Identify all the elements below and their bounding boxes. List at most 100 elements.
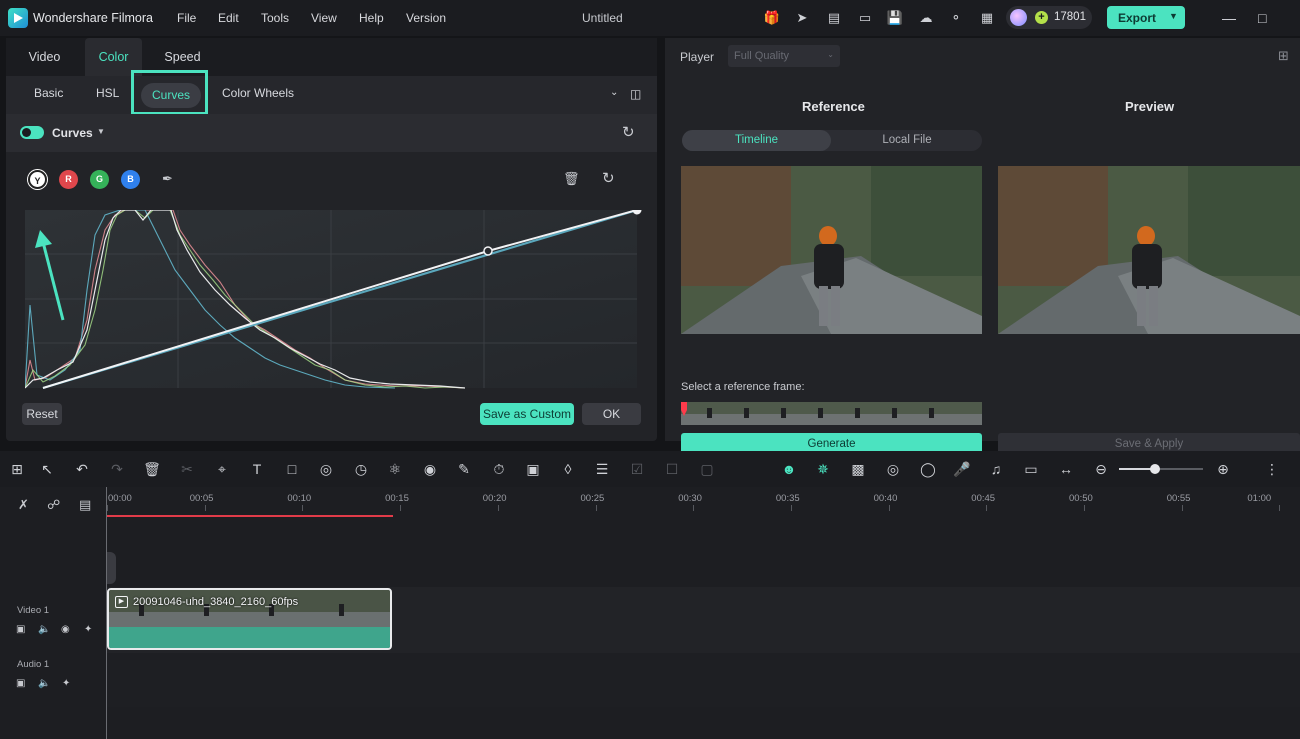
fit-icon[interactable]: ↔ (1057, 460, 1075, 478)
translate-icon[interactable]: ☑ (628, 460, 646, 478)
link-icon[interactable]: ✗ (18, 497, 29, 513)
ruler-tick (497, 505, 499, 511)
text-icon[interactable]: T (248, 460, 266, 478)
curve-control-point[interactable] (483, 246, 493, 256)
lock-icon[interactable]: ▣ (16, 678, 25, 689)
ai-companion-icon[interactable]: ☻ (780, 460, 798, 478)
curves-header: Curves ▼ ↻ (6, 114, 657, 152)
subtab-hsl[interactable]: HSL (96, 86, 119, 100)
save-icon[interactable]: 💾 (886, 9, 904, 27)
menu-view[interactable]: View (311, 11, 337, 25)
grid-view-icon[interactable]: ⊞ (1278, 48, 1289, 64)
maximize-icon[interactable]: □ (1258, 10, 1266, 26)
keyframe-icon[interactable]: ◊ (559, 460, 577, 478)
menu-tools[interactable]: Tools (261, 11, 289, 25)
delete-point-icon[interactable]: 🗑 (563, 171, 580, 187)
volume-icon[interactable]: 🔈 (38, 678, 50, 689)
export-button[interactable]: Export ▼ (1107, 6, 1185, 29)
ai-tools-icon[interactable]: ◉ (421, 460, 439, 478)
stabilize-icon[interactable]: ▢ (698, 460, 716, 478)
menu-help[interactable]: Help (359, 11, 384, 25)
menu-file[interactable]: File (177, 11, 196, 25)
player-panel: Player Full Quality ⌄ ⊞ Reference Previe… (665, 38, 1300, 456)
track-manager-icon[interactable]: ▤ (79, 497, 91, 513)
replace-icon[interactable]: ▭ (1022, 460, 1040, 478)
chain-icon[interactable]: ☍ (47, 497, 60, 513)
gift-icon[interactable]: 🎁 (763, 9, 781, 27)
compare-view-icon[interactable]: ◫ (630, 87, 641, 101)
send-icon[interactable]: ➤ (793, 9, 811, 27)
delete-icon[interactable]: 🗑 (143, 460, 161, 478)
channel-b-button[interactable]: B (121, 170, 140, 189)
subtitle-icon[interactable]: ☐ (663, 460, 681, 478)
volume-icon[interactable]: 🔈 (38, 624, 50, 635)
playhead[interactable] (106, 487, 107, 739)
reset-button[interactable]: Reset (22, 403, 62, 425)
ok-button[interactable]: OK (582, 403, 641, 425)
audio-track-lane[interactable] (107, 653, 1300, 707)
reset-curves-icon[interactable]: ↻ (622, 123, 635, 141)
cut-icon[interactable]: ✂ (178, 460, 196, 478)
clock-icon[interactable]: ⏱ (490, 460, 508, 478)
reference-filmstrip[interactable] (681, 402, 982, 425)
reset-channel-icon[interactable]: ↻ (602, 169, 615, 187)
magic-icon[interactable]: ✦ (84, 624, 92, 635)
record-screen-icon[interactable]: ▩ (849, 460, 867, 478)
color-icon[interactable]: ⚛ (386, 460, 404, 478)
audio-mix-icon[interactable]: ♫ (987, 460, 1005, 478)
credits-badge[interactable]: + 17801 (1006, 6, 1092, 29)
video-clip[interactable]: ▶ 20091046-uhd_3840_2160_60fps (107, 588, 392, 650)
apps-grid-icon[interactable]: ▦ (978, 9, 996, 27)
caret-down-icon[interactable]: ▼ (97, 127, 105, 136)
microphone-icon[interactable]: 🎤 (953, 460, 971, 478)
magic-icon[interactable]: ✦ (62, 678, 70, 689)
shape-icon[interactable]: □ (283, 460, 301, 478)
speed-icon[interactable]: ◎ (317, 460, 335, 478)
save-as-custom-button[interactable]: Save as Custom (480, 403, 574, 425)
zoom-slider-handle[interactable] (1150, 464, 1160, 474)
cloud-icon[interactable]: ☁ (917, 9, 935, 27)
channel-r-button[interactable]: R (59, 170, 78, 189)
snap-icon[interactable]: ✵ (814, 460, 832, 478)
menu-version[interactable]: Version (406, 11, 446, 25)
eyedropper-icon[interactable]: ✒ (162, 171, 173, 187)
zoom-slider[interactable] (1119, 464, 1203, 474)
more-columns-icon[interactable]: ⋮ (1263, 460, 1281, 478)
menu-edit[interactable]: Edit (218, 11, 239, 25)
subtab-color-wheels[interactable]: Color Wheels (222, 86, 294, 100)
crop-icon[interactable]: ⌖ (213, 460, 231, 478)
edit-icon[interactable]: ✎ (455, 460, 473, 478)
adjust-icon[interactable]: ☰ (593, 460, 611, 478)
ruler-tick (1181, 505, 1183, 511)
headset-icon[interactable]: ⚬ (947, 9, 965, 27)
redo-icon[interactable]: ↷ (108, 460, 126, 478)
eye-icon[interactable]: ◉ (61, 624, 70, 635)
segment-timeline[interactable]: Timeline (682, 130, 831, 151)
chevron-down-icon[interactable]: ⌄ (610, 87, 618, 98)
layout-icon[interactable]: ▭ (856, 9, 874, 27)
segment-local-file[interactable]: Local File (832, 130, 982, 151)
shield-icon[interactable]: ◯ (919, 460, 937, 478)
subtab-basic[interactable]: Basic (34, 86, 63, 100)
channel-y-button[interactable]: Y (28, 170, 47, 189)
notes-icon[interactable]: ▤ (825, 9, 843, 27)
lock-icon[interactable]: ▣ (16, 624, 25, 635)
collapse-handle[interactable] (106, 552, 116, 584)
select-tool-icon[interactable]: ↖ (38, 460, 56, 478)
tab-video[interactable]: Video (14, 38, 75, 76)
highlight-box (131, 70, 208, 115)
undo-icon[interactable]: ↶ (73, 460, 91, 478)
frame-icon[interactable]: ▣ (524, 460, 542, 478)
quality-select[interactable]: Full Quality ⌄ (728, 45, 840, 67)
render-icon[interactable]: ◎ (884, 460, 902, 478)
zoom-out-icon[interactable]: ⊖ (1092, 460, 1110, 478)
zoom-in-icon[interactable]: ⊕ (1214, 460, 1232, 478)
curves-toggle[interactable] (20, 126, 44, 139)
timer-icon[interactable]: ◷ (352, 460, 370, 478)
time-ruler[interactable]: 00:00 00:05 00:10 00:15 00:20 00:25 00:30 00:35… (107, 487, 1300, 518)
curves-graph[interactable] (25, 210, 642, 390)
layout-grid-icon[interactable]: ⊞ (8, 460, 26, 478)
minimize-icon[interactable]: — (1222, 10, 1236, 26)
channel-g-button[interactable]: G (90, 170, 109, 189)
timeline: ✗ ☍ ▤ Video 1 ▣ 🔈 ◉ ✦ Audio 1 ▣ 🔈 ✦ 00:0… (0, 487, 1300, 739)
